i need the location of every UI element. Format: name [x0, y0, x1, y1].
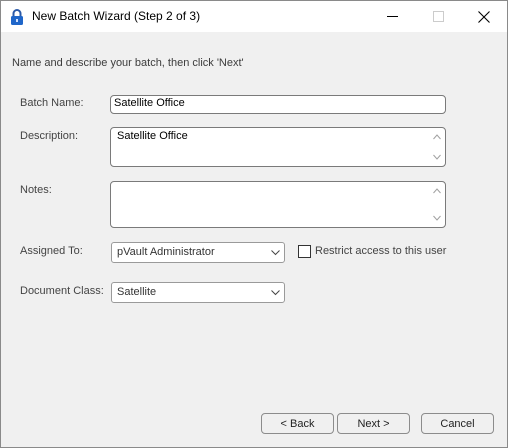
notes-scrollbar[interactable]: [431, 184, 443, 225]
next-button[interactable]: Next >: [337, 413, 410, 434]
assigned-to-select[interactable]: pVault Administrator: [111, 242, 285, 263]
scroll-down-icon[interactable]: [433, 154, 441, 160]
chevron-down-icon: [271, 250, 280, 256]
close-icon: [478, 10, 490, 23]
scroll-up-icon[interactable]: [433, 134, 441, 140]
notes-textarea[interactable]: [110, 181, 446, 228]
maximize-icon: [432, 11, 444, 22]
close-button[interactable]: [461, 1, 507, 32]
description-scrollbar[interactable]: [431, 130, 443, 164]
document-class-value: Satellite: [117, 286, 157, 298]
chevron-down-icon: [271, 290, 280, 296]
minimize-button[interactable]: [369, 1, 415, 32]
padlock-icon: [10, 8, 24, 26]
cancel-button[interactable]: Cancel: [421, 413, 494, 434]
batch-name-input[interactable]: Satellite Office: [110, 95, 446, 114]
wizard-window: New Batch Wizard (Step 2 of 3) Name and …: [0, 0, 508, 448]
restrict-access-label[interactable]: Restrict access to this user: [315, 245, 446, 257]
minimize-icon: [386, 11, 398, 22]
assigned-to-value: pVault Administrator: [117, 246, 215, 258]
batch-name-label: Batch Name:: [20, 97, 84, 109]
restrict-access-checkbox[interactable]: [298, 245, 311, 258]
document-class-select[interactable]: Satellite: [111, 282, 285, 303]
back-button[interactable]: < Back: [261, 413, 334, 434]
scroll-up-icon[interactable]: [433, 188, 441, 194]
document-class-label: Document Class:: [20, 285, 104, 297]
scroll-down-icon[interactable]: [433, 215, 441, 221]
description-label: Description:: [20, 130, 79, 142]
batch-name-value: Satellite Office: [114, 97, 185, 109]
window-title: New Batch Wizard (Step 2 of 3): [32, 9, 201, 23]
description-textarea[interactable]: Satellite Office: [110, 127, 446, 167]
title-bar: New Batch Wizard (Step 2 of 3): [1, 1, 507, 32]
maximize-button: [415, 1, 461, 32]
description-value: Satellite Office: [117, 130, 188, 142]
notes-label: Notes:: [20, 184, 52, 196]
assigned-to-label: Assigned To:: [20, 245, 83, 257]
instruction-text: Name and describe your batch, then click…: [12, 57, 244, 69]
